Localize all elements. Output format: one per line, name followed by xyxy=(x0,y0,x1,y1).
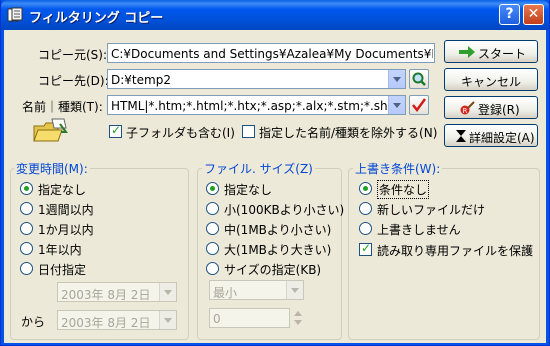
dest-dropdown-arrow[interactable] xyxy=(388,70,405,88)
time-radio-none[interactable] xyxy=(20,182,33,195)
date-from-picker[interactable]: 2003年 8月 2日 xyxy=(57,282,177,302)
overwrite-label-none[interactable]: 条件なし xyxy=(377,180,430,199)
size-value-text: 0 xyxy=(213,312,221,326)
size-label-custom[interactable]: サイズの指定(KB) xyxy=(224,261,321,278)
overwrite-radio-newer[interactable] xyxy=(359,202,372,215)
register-button[interactable]: R 登録(R) xyxy=(444,96,538,119)
register-button-label: 登録(R) xyxy=(478,103,520,117)
size-value-input[interactable]: 0 xyxy=(209,308,290,328)
overwrite-radio-never[interactable] xyxy=(359,222,372,235)
date-to-value: 2003年 8月 2日 xyxy=(61,316,151,330)
name-type-dropdown-arrow[interactable] xyxy=(388,96,405,114)
size-label-large[interactable]: 大(1MBより大きい) xyxy=(224,241,331,258)
overwrite-label-never[interactable]: 上書きしません xyxy=(377,221,461,238)
time-label-week[interactable]: 1週間以内 xyxy=(38,201,94,218)
time-label-date[interactable]: 日付指定 xyxy=(38,261,86,278)
size-op-select[interactable]: 最小 xyxy=(209,280,304,300)
source-value: C:¥Documents and Settings¥Azalea¥My Docu… xyxy=(111,47,433,61)
arrow-right-icon xyxy=(459,46,475,58)
file-size-title: ファイル. サイズ(Z) xyxy=(202,160,315,177)
include-subfolders-checkbox[interactable] xyxy=(109,123,122,138)
name-type-value: HTML|*.htm;*.html;*.htx;*.asp;*.alx;*.st… xyxy=(111,99,387,113)
time-radio-date[interactable] xyxy=(20,262,33,275)
dialog-body: コピー元(S): C:¥Documents and Settings¥Azale… xyxy=(4,30,546,343)
search-icon xyxy=(412,72,426,86)
close-icon: ✕ xyxy=(527,6,540,22)
date-to-picker[interactable]: 2003年 8月 2日 xyxy=(57,310,177,330)
overwrite-label-newer[interactable]: 新しいファイルだけ xyxy=(377,201,485,218)
date-from-value: 2003年 8月 2日 xyxy=(61,288,151,302)
source-label: コピー元(S): xyxy=(38,48,108,62)
close-button[interactable]: ✕ xyxy=(523,4,544,25)
protect-readonly-label[interactable]: 読み取り専用ファイルを保護 xyxy=(377,242,533,259)
start-button[interactable]: スタート xyxy=(444,40,538,63)
svg-text:R: R xyxy=(463,107,468,115)
title-bar[interactable]: フィルタリング コピー ? ✕ xyxy=(1,0,549,30)
question-icon: ? xyxy=(505,6,514,22)
overwrite-title: 上書き条件(W): xyxy=(353,160,443,177)
advanced-button-label: 詳細設定(A) xyxy=(469,131,535,145)
dest-label: コピー先(D): xyxy=(38,74,109,88)
advanced-button[interactable]: 詳細設定(A) xyxy=(444,124,538,147)
time-radio-month[interactable] xyxy=(20,222,33,235)
date-to-arrow[interactable] xyxy=(159,311,176,329)
spin-down-icon[interactable] xyxy=(294,320,302,325)
exclude-specified-checkbox[interactable] xyxy=(242,125,255,138)
help-button[interactable]: ? xyxy=(499,4,520,25)
folder-copy-icon xyxy=(33,118,68,142)
size-label-none[interactable]: 指定なし xyxy=(224,181,272,198)
time-radio-year[interactable] xyxy=(20,242,33,255)
check-button[interactable] xyxy=(409,95,429,115)
overwrite-radio-none[interactable] xyxy=(359,182,372,195)
dialog-window: フィルタリング コピー ? ✕ コピー元(S): C:¥Documents an… xyxy=(0,0,550,346)
protect-readonly-checkbox[interactable] xyxy=(359,241,372,256)
time-label-none[interactable]: 指定なし xyxy=(38,181,86,198)
source-field[interactable]: C:¥Documents and Settings¥Azalea¥My Docu… xyxy=(107,43,435,63)
date-from-arrow[interactable] xyxy=(159,283,176,301)
change-time-title: 変更時間(M): xyxy=(14,160,90,177)
size-op-value: 最小 xyxy=(213,286,238,300)
hourglass-icon xyxy=(456,130,466,142)
window-title: フィルタリング コピー xyxy=(29,11,164,26)
date-to-label: から xyxy=(21,315,46,329)
size-radio-medium[interactable] xyxy=(206,222,219,235)
cancel-button-label: キャンセル xyxy=(460,75,521,89)
time-label-month[interactable]: 1か月以内 xyxy=(38,221,94,238)
size-op-arrow[interactable] xyxy=(286,281,303,299)
dest-value: D:¥temp2 xyxy=(111,73,171,87)
register-icon: R xyxy=(460,101,475,115)
time-label-year[interactable]: 1年以内 xyxy=(38,241,82,258)
time-radio-week[interactable] xyxy=(20,202,33,215)
size-label-medium[interactable]: 中(1MBより小さい) xyxy=(224,221,331,238)
size-radio-small[interactable] xyxy=(206,202,219,215)
spin-up-icon[interactable] xyxy=(294,311,302,316)
cancel-button[interactable]: キャンセル xyxy=(444,68,538,91)
browse-button[interactable] xyxy=(409,69,429,89)
size-value-spinner[interactable] xyxy=(292,308,304,328)
size-label-small[interactable]: 小(100KBより小さい) xyxy=(224,201,344,218)
checkmark-icon xyxy=(412,98,427,113)
dest-combo[interactable]: D:¥temp2 xyxy=(107,69,406,89)
name-type-combo[interactable]: HTML|*.htm;*.html;*.htx;*.asp;*.alx;*.st… xyxy=(107,95,406,115)
size-radio-large[interactable] xyxy=(206,242,219,255)
exclude-specified-label[interactable]: 指定した名前/種類を除外する(N) xyxy=(259,124,437,141)
size-radio-none[interactable] xyxy=(206,182,219,195)
app-icon xyxy=(7,7,23,22)
name-type-label: 名前｜種類(T): xyxy=(22,100,103,114)
include-subfolders-label[interactable]: 子フォルダも含む(I) xyxy=(126,124,235,141)
start-button-label: スタート xyxy=(478,47,527,61)
size-radio-custom[interactable] xyxy=(206,262,219,275)
